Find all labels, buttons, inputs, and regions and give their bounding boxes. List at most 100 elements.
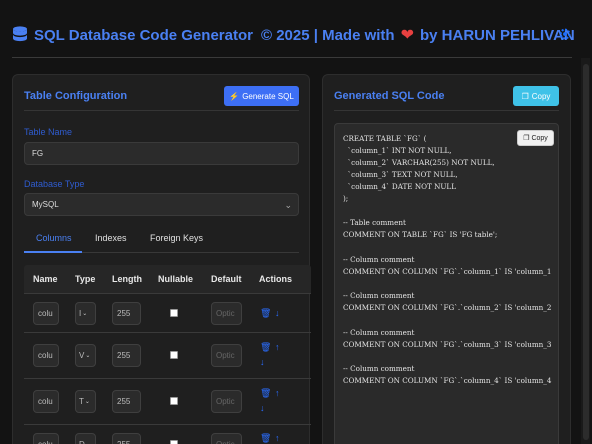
trash-icon[interactable]: 🗑: [260, 308, 271, 319]
code-line: CREATE TABLE `FG` (: [343, 134, 427, 143]
column-name-input[interactable]: colu: [33, 390, 59, 413]
title-text-author: by HARUN PEHLIVAN: [420, 26, 575, 44]
trash-icon[interactable]: 🗑: [260, 342, 271, 353]
code-line: `column_4` DATE NOT NULL: [343, 182, 456, 191]
column-type-value: T: [79, 397, 84, 406]
page-header: SQL Database Code Generator © 2025 | Mad…: [0, 0, 592, 58]
arrow-up-icon[interactable]: ↑: [275, 342, 280, 352]
nullable-checkbox[interactable]: [170, 397, 178, 405]
column-type-value: V: [79, 351, 85, 360]
column-header-nullable: Nullable: [158, 274, 194, 284]
panel-divider: [334, 110, 559, 111]
arrow-down-icon[interactable]: ↓: [275, 308, 280, 318]
column-header-default: Default: [211, 274, 242, 284]
table-row: colu D⌄ 255 Optic 🗑 ↑: [24, 424, 311, 444]
column-length-input[interactable]: 255: [112, 344, 141, 367]
column-default-input[interactable]: Optic: [211, 390, 242, 413]
panel-title: Generated SQL Code: [334, 90, 445, 102]
tab-foreign-keys[interactable]: Foreign Keys: [150, 233, 203, 243]
code-line: -- Column comment: [343, 255, 415, 264]
tab-columns[interactable]: Columns: [36, 233, 72, 243]
column-header-length: Length: [112, 274, 142, 284]
column-type-select[interactable]: T ⌄: [75, 390, 96, 413]
column-length-input[interactable]: 255: [112, 302, 141, 325]
code-copy-button[interactable]: ❐ Copy: [517, 130, 554, 146]
table-row: colu I ⌄ 255 Optic 🗑 ↓: [24, 293, 311, 332]
code-line: `column_2` VARCHAR(255) NOT NULL,: [343, 158, 495, 167]
database-type-select[interactable]: MySQL ⌄: [24, 193, 299, 216]
code-line: );: [343, 194, 349, 203]
app-root: SQL Database Code Generator © 2025 | Mad…: [0, 0, 592, 444]
sql-code-block[interactable]: ❐ Copy CREATE TABLE `FG` ( `column_1` IN…: [334, 123, 559, 444]
column-header-type: Type: [75, 274, 96, 284]
column-name-input[interactable]: colu: [33, 433, 59, 444]
generated-sql-panel: Generated SQL Code ❐ Copy ❐ Copy CREATE …: [322, 74, 571, 444]
code-line: COMMENT ON COLUMN `FG`.`column_1` IS 'co…: [343, 267, 552, 276]
table-row: colu V ⌄ 255 Optic 🗑 ↑ ↓: [24, 332, 311, 378]
column-length-input[interactable]: 255: [112, 433, 141, 444]
trash-icon[interactable]: 🗑: [260, 433, 271, 444]
panel-divider: [24, 110, 299, 111]
heart-icon: ❤: [400, 27, 414, 44]
title-text-main: SQL Database Code Generator: [34, 26, 253, 44]
columns-table: Name Type Length Nullable Default Action…: [24, 265, 311, 444]
column-length-input[interactable]: 255: [112, 390, 141, 413]
column-header-actions: Actions: [259, 274, 293, 284]
table-row: colu T ⌄ 255 Optic 🗑 ↑ ↓: [24, 378, 311, 424]
chevron-down-icon: ⌄: [85, 353, 91, 359]
panel-title: Table Configuration: [24, 90, 128, 102]
code-line: -- Table comment: [343, 218, 406, 227]
database-type-label: Database Type: [24, 179, 85, 189]
column-type-value: D: [79, 440, 85, 444]
trash-icon[interactable]: 🗑: [260, 388, 271, 399]
database-icon: [13, 26, 27, 42]
nullable-checkbox[interactable]: [170, 309, 178, 317]
database-type-value: MySQL: [32, 200, 59, 209]
page-title: SQL Database Code Generator © 2025 | Mad…: [12, 25, 575, 45]
generate-sql-button[interactable]: ⚡ Generate SQL: [224, 86, 299, 106]
page-scrollbar-thumb[interactable]: [583, 64, 589, 440]
active-tab-indicator: [24, 251, 82, 253]
code-line: COMMENT ON COLUMN `FG`.`column_3` IS 'co…: [343, 340, 552, 349]
column-header-name: Name: [33, 274, 58, 284]
chevron-down-icon: ⌄: [284, 200, 292, 210]
arrow-down-icon[interactable]: ↓: [260, 403, 265, 413]
nullable-checkbox[interactable]: [170, 440, 178, 444]
bolt-icon: ⚡: [229, 91, 240, 101]
arrow-up-icon[interactable]: ↑: [275, 433, 280, 443]
column-type-value: I: [79, 309, 82, 318]
arrow-up-icon[interactable]: ↑: [275, 388, 280, 398]
column-default-input[interactable]: Optic: [211, 344, 242, 367]
table-name-input[interactable]: [24, 142, 299, 165]
column-type-select[interactable]: D⌄: [75, 433, 96, 444]
code-line: `column_3` TEXT NOT NULL,: [343, 170, 458, 179]
code-copy-label: Copy: [531, 134, 548, 142]
code-line: -- Column comment: [343, 328, 415, 337]
copy-icon: ❐: [523, 135, 530, 142]
copy-button[interactable]: ❐ Copy: [513, 86, 559, 106]
arrow-down-icon[interactable]: ↓: [260, 357, 265, 367]
tab-indexes[interactable]: Indexes: [95, 233, 127, 243]
column-default-input[interactable]: Optic: [211, 302, 242, 325]
chevron-down-icon: ⌄: [82, 311, 88, 317]
table-header: Name Type Length Nullable Default Action…: [24, 265, 311, 293]
copy-label: Copy: [531, 91, 551, 101]
nullable-checkbox[interactable]: [170, 351, 178, 359]
table-name-label: Table Name: [24, 127, 73, 137]
code-line: `column_1` INT NOT NULL,: [343, 146, 452, 155]
code-line: -- Column comment: [343, 291, 415, 300]
column-default-input[interactable]: Optic: [211, 433, 242, 444]
column-name-input[interactable]: colu: [33, 344, 59, 367]
column-type-select[interactable]: V ⌄: [75, 344, 96, 367]
table-configuration-panel: Table Configuration ⚡ Generate SQL Table…: [12, 74, 311, 444]
generate-sql-label: Generate SQL: [242, 91, 294, 101]
code-line: COMMENT ON TABLE `FG` IS 'FG table';: [343, 230, 498, 239]
code-line: COMMENT ON COLUMN `FG`.`column_2` IS 'co…: [343, 303, 552, 312]
header-divider: [12, 57, 572, 58]
column-name-input[interactable]: colu: [33, 302, 59, 325]
code-line: -- Column comment: [343, 364, 415, 373]
copy-icon: ❐: [521, 91, 529, 101]
column-type-select[interactable]: I ⌄: [75, 302, 96, 325]
gear-icon[interactable]: [558, 27, 572, 41]
config-tabs: Columns Indexes Foreign Keys: [24, 227, 299, 253]
